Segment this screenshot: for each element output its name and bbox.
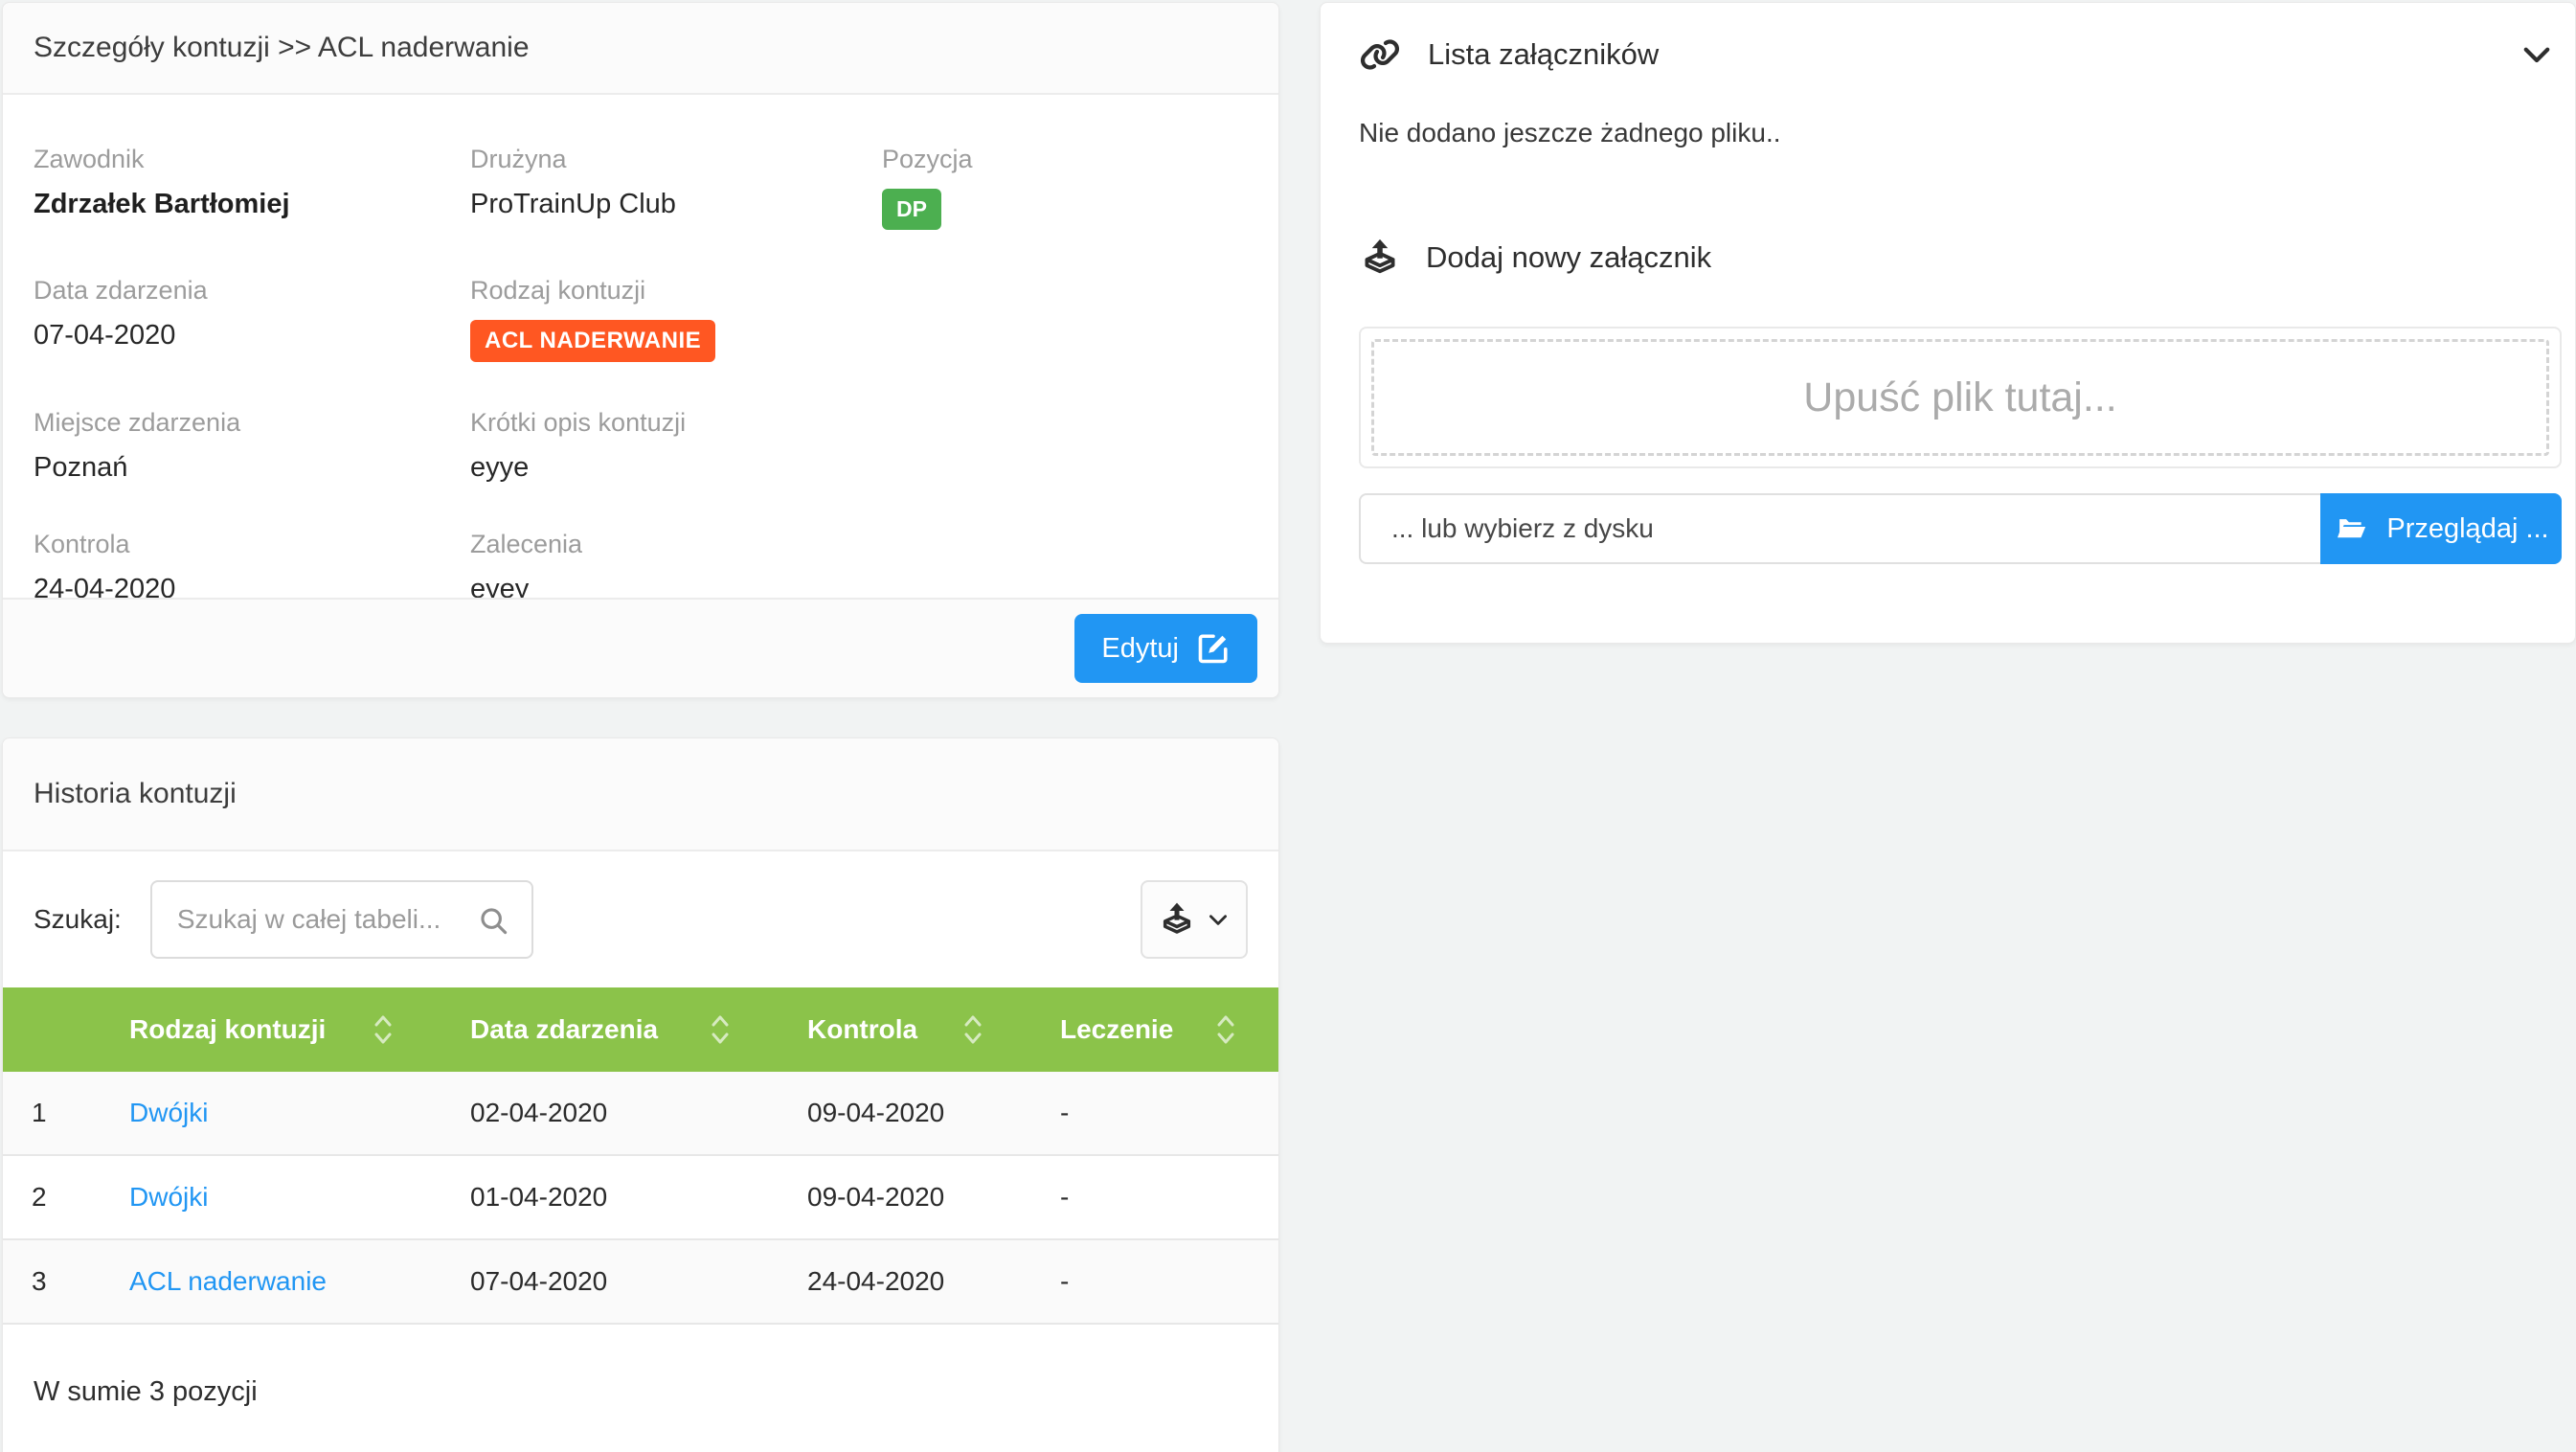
export-icon xyxy=(1158,900,1196,939)
injury-details-card: Szczegóły kontuzji >> ACL naderwanie Zaw… xyxy=(2,2,1279,698)
row-treatment: - xyxy=(1060,1266,1278,1297)
folder-open-icon xyxy=(2333,512,2369,545)
field-short-description: Krótki opis kontuzji eyye xyxy=(470,408,882,484)
row-event-date: 02-04-2020 xyxy=(470,1098,807,1128)
export-button[interactable] xyxy=(1141,880,1248,959)
sort-icon xyxy=(1215,1012,1236,1047)
table-body: 1 Dwójki 02-04-2020 09-04-2020 - 2 Dwójk… xyxy=(3,1072,1278,1325)
field-label: Rodzaj kontuzji xyxy=(470,276,882,306)
table-header-event-date[interactable]: Data zdarzenia xyxy=(470,1012,807,1047)
row-index: 2 xyxy=(3,1182,129,1213)
row-index: 3 xyxy=(3,1266,129,1297)
table-header-control[interactable]: Kontrola xyxy=(807,1012,1060,1047)
injury-type-link[interactable]: Dwójki xyxy=(129,1182,470,1213)
history-title: Historia kontuzji xyxy=(34,778,237,810)
search-icon xyxy=(478,905,510,938)
table-row: 2 Dwójki 01-04-2020 09-04-2020 - xyxy=(3,1156,1278,1240)
field-team: Drużyna ProTrainUp Club xyxy=(470,145,882,230)
row-treatment: - xyxy=(1060,1098,1278,1128)
search-input[interactable] xyxy=(152,882,531,957)
add-attachment-title: Dodaj nowy załącznik xyxy=(1426,240,1711,275)
file-picker-text[interactable]: ... lub wybierz z dysku xyxy=(1359,493,2320,564)
dropzone-text: Upuść plik tutaj... xyxy=(1803,374,2116,421)
field-label: Pozycja xyxy=(882,145,1248,174)
field-position: Pozycja DP xyxy=(882,145,1248,230)
table-header-injury-type[interactable]: Rodzaj kontuzji xyxy=(129,1012,470,1047)
table-header-row: Rodzaj kontuzji Data zdarzenia Kontrola xyxy=(3,987,1278,1072)
file-dropzone[interactable]: Upuść plik tutaj... xyxy=(1359,327,2562,468)
field-player: Zawodnik Zdrzałek Bartłomiej xyxy=(34,145,470,230)
field-label: Zalecenia xyxy=(470,530,882,559)
field-label: Drużyna xyxy=(470,145,882,174)
attachments-empty-text: Nie dodano jeszcze żadnego pliku.. xyxy=(1359,118,2575,148)
attachments-card: Lista załączników Nie dodano jeszcze żad… xyxy=(1320,2,2576,644)
table-row: 3 ACL naderwanie 07-04-2020 24-04-2020 - xyxy=(3,1240,1278,1325)
injury-type-link[interactable]: Dwójki xyxy=(129,1098,470,1128)
team-name: ProTrainUp Club xyxy=(470,189,882,220)
row-index: 1 xyxy=(3,1098,129,1128)
column-label: Rodzaj kontuzji xyxy=(129,1014,326,1045)
field-label: Data zdarzenia xyxy=(34,276,470,306)
table-row: 1 Dwójki 02-04-2020 09-04-2020 - xyxy=(3,1072,1278,1156)
history-toolbar: Szukaj: xyxy=(3,851,1278,987)
field-control-date: Kontrola 24-04-2020 xyxy=(34,530,470,605)
player-name: Zdrzałek Bartłomiej xyxy=(34,189,470,220)
short-description: eyye xyxy=(470,452,882,484)
edit-button-label: Edytuj xyxy=(1101,633,1179,665)
page-title: Szczegóły kontuzji >> ACL naderwanie xyxy=(34,32,530,64)
table-header-treatment[interactable]: Leczenie xyxy=(1060,1012,1278,1047)
search-label: Szukaj: xyxy=(34,904,122,935)
field-event-date: Data zdarzenia 07-04-2020 xyxy=(34,276,470,362)
field-label: Miejsce zdarzenia xyxy=(34,408,470,438)
collapse-chevron-icon[interactable] xyxy=(2520,37,2554,72)
position-badge: DP xyxy=(882,189,941,230)
row-treatment: - xyxy=(1060,1182,1278,1213)
row-control-date: 09-04-2020 xyxy=(807,1182,1060,1213)
chevron-down-icon xyxy=(1206,907,1231,932)
add-attachment-header: Dodaj nowy załącznik xyxy=(1359,237,2575,279)
injury-details-footer: Edytuj xyxy=(3,598,1278,697)
injury-type-badge: ACL NADERWANIE xyxy=(470,320,715,362)
event-place: Poznań xyxy=(34,452,470,484)
edit-button[interactable]: Edytuj xyxy=(1074,614,1257,683)
attachments-title: Lista załączników xyxy=(1428,37,2520,72)
row-event-date: 01-04-2020 xyxy=(470,1182,807,1213)
field-injury-type: Rodzaj kontuzji ACL NADERWANIE xyxy=(470,276,882,362)
injury-type-link[interactable]: ACL naderwanie xyxy=(129,1266,470,1297)
sort-icon xyxy=(710,1012,731,1047)
table-summary: W sumie 3 pozycji xyxy=(3,1325,1278,1452)
link-icon xyxy=(1359,38,1401,71)
field-label: Kontrola xyxy=(34,530,470,559)
injury-history-header: Historia kontuzji xyxy=(3,738,1278,851)
field-recommendations: Zalecenia eyey xyxy=(470,530,882,605)
event-date: 07-04-2020 xyxy=(34,320,470,352)
upload-icon xyxy=(1359,237,1401,279)
field-event-place: Miejsce zdarzenia Poznań xyxy=(34,408,470,484)
row-event-date: 07-04-2020 xyxy=(470,1266,807,1297)
browse-button-label: Przeglądaj ... xyxy=(2386,513,2548,545)
injury-history-card: Historia kontuzji Szukaj: xyxy=(2,737,1279,1452)
row-control-date: 24-04-2020 xyxy=(807,1266,1060,1297)
sort-icon xyxy=(962,1012,983,1047)
column-label: Data zdarzenia xyxy=(470,1014,658,1045)
column-label: Kontrola xyxy=(807,1014,917,1045)
field-label: Krótki opis kontuzji xyxy=(470,408,882,438)
browse-button[interactable]: Przeglądaj ... xyxy=(2320,493,2562,564)
injury-details-header: Szczegóły kontuzji >> ACL naderwanie xyxy=(3,3,1278,95)
search-box xyxy=(150,880,533,959)
field-label: Zawodnik xyxy=(34,145,470,174)
file-picker-group: ... lub wybierz z dysku Przeglądaj ... xyxy=(1359,493,2562,564)
row-control-date: 09-04-2020 xyxy=(807,1098,1060,1128)
injury-details-body: Zawodnik Zdrzałek Bartłomiej Drużyna Pro… xyxy=(3,95,1278,651)
attachments-header: Lista załączników xyxy=(1321,3,2575,72)
edit-icon xyxy=(1196,631,1231,666)
sort-icon xyxy=(373,1012,394,1047)
column-label: Leczenie xyxy=(1060,1014,1173,1045)
